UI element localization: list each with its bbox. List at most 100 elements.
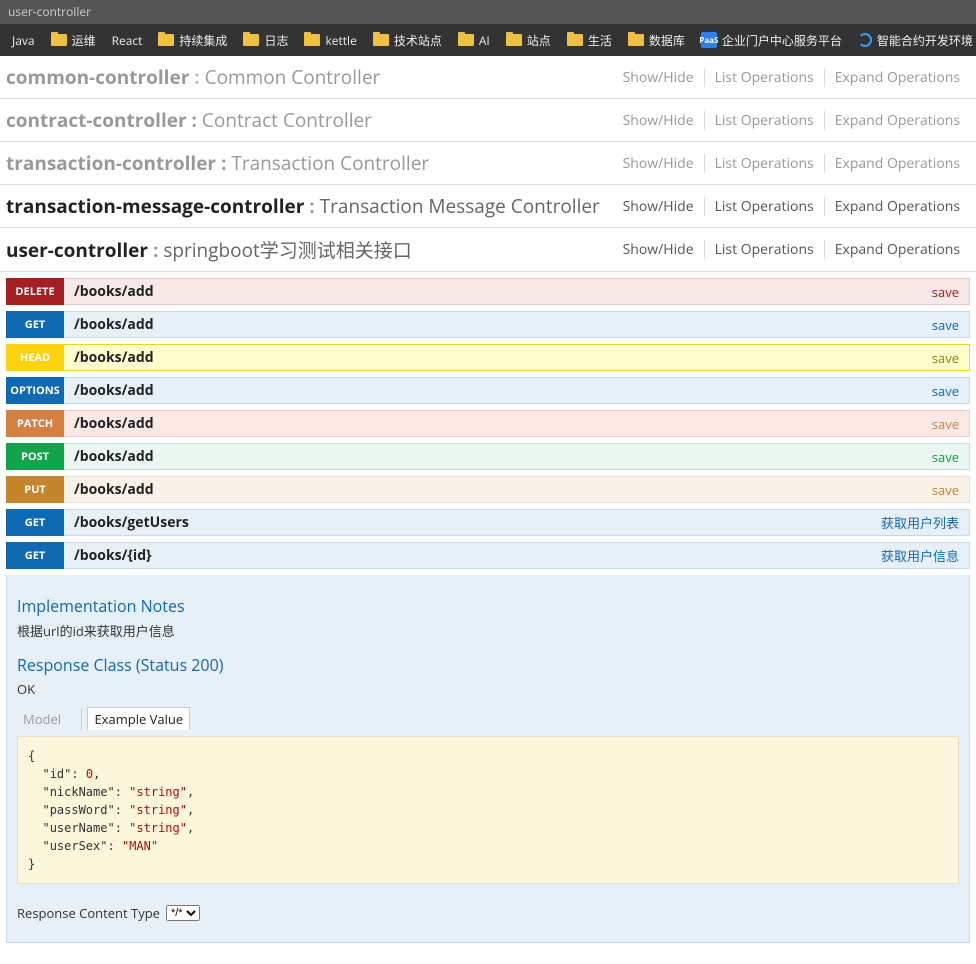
endpoint-desc[interactable]: save — [932, 382, 959, 400]
folder-icon — [628, 34, 644, 46]
bookmark-item[interactable]: 日志 — [235, 32, 296, 49]
list-link[interactable]: List Operations — [705, 111, 825, 130]
bookmark-item[interactable]: Java — [4, 32, 43, 49]
http-method-badge: GET — [6, 311, 64, 338]
bookmark-item[interactable]: 技术站点 — [365, 32, 450, 49]
endpoint-pathdesc: /books/add save — [64, 410, 970, 437]
folder-icon — [506, 34, 522, 46]
endpoint-row[interactable]: GET/books/add save — [6, 311, 970, 338]
http-method-badge: PATCH — [6, 410, 64, 437]
endpoint-desc[interactable]: 获取用户信息 — [881, 546, 959, 565]
list-link[interactable]: List Operations — [705, 154, 825, 173]
controller-name: common-controller — [6, 64, 189, 90]
endpoint-path[interactable]: /books/add — [74, 414, 154, 433]
endpoint-path[interactable]: /books/add — [74, 480, 154, 499]
controller-row[interactable]: user-controller : springboot学习测试相关接口 Show… — [0, 228, 976, 272]
controller-name: contract-controller — [6, 107, 187, 133]
endpoint-path[interactable]: /books/add — [74, 315, 154, 334]
controller-ops: Show/HideList OperationsExpand Operation… — [613, 111, 970, 130]
controller-title: transaction-message-controller : Transac… — [6, 193, 600, 219]
bookmark-label: 数据库 — [649, 32, 685, 49]
http-method-badge: DELETE — [6, 278, 64, 305]
list-link[interactable]: List Operations — [705, 240, 825, 259]
bookmark-label: Java — [12, 32, 35, 49]
bookmark-item[interactable]: 持续集成 — [150, 32, 235, 49]
controller-name: user-controller — [6, 237, 148, 263]
response-ok-text: OK — [17, 680, 959, 698]
expand-link[interactable]: Expand Operations — [825, 68, 970, 87]
bookmark-item[interactable]: kettle — [296, 32, 364, 49]
endpoint-pathdesc: /books/add save — [64, 278, 970, 305]
response-content-type-select[interactable]: */* — [166, 905, 200, 921]
showhide-link[interactable]: Show/Hide — [613, 197, 705, 216]
tab-example-value[interactable]: Example Value — [87, 707, 190, 730]
expand-link[interactable]: Expand Operations — [825, 154, 970, 173]
bookmark-item[interactable]: React — [104, 32, 151, 49]
bookmark-item[interactable]: 站点 — [498, 32, 559, 49]
tab-model[interactable]: Model — [17, 708, 67, 730]
showhide-link[interactable]: Show/Hide — [613, 111, 705, 130]
bookmark-item[interactable]: AI — [450, 32, 498, 49]
endpoint-row[interactable]: POST/books/addsave — [6, 443, 970, 470]
endpoint-row[interactable]: DELETE/books/add save — [6, 278, 970, 305]
bookmark-label: React — [112, 32, 143, 49]
controller-ops: Show/HideList OperationsExpand Operation… — [613, 240, 970, 259]
endpoint-path[interactable]: /books/add — [74, 381, 154, 400]
bookmark-item[interactable]: 智能合约开发环境 — [850, 32, 976, 49]
bookmark-bar: Java 运维 React 持续集成 日志 kettle技术站点AI站点 生活 数据库 PaaS… — [0, 24, 976, 56]
endpoint-pathdesc: /books/add save — [64, 344, 970, 371]
bookmark-label: 运维 — [72, 32, 96, 49]
endpoint-row[interactable]: PUT/books/addsave — [6, 476, 970, 503]
controller-title: user-controller : springboot学习测试相关接口 — [6, 236, 412, 263]
bookmark-item[interactable]: 数据库 — [620, 32, 693, 49]
endpoint-desc[interactable]: save — [932, 283, 959, 301]
paas-icon: PaaS — [701, 32, 717, 48]
endpoint-path[interactable]: /books/add — [74, 447, 154, 466]
controller-row[interactable]: transaction-controller : Transaction Con… — [0, 142, 976, 185]
endpoint-desc[interactable]: save — [932, 349, 959, 367]
controller-row[interactable]: common-controller : Common ControllerSho… — [0, 56, 976, 99]
bookmark-label: 生活 — [588, 32, 612, 49]
showhide-link[interactable]: Show/Hide — [613, 154, 705, 173]
expand-link[interactable]: Expand Operations — [825, 240, 970, 259]
endpoint-desc[interactable]: save — [932, 481, 959, 499]
endpoint-desc[interactable]: save — [932, 448, 959, 466]
response-tabs: Model Example Value — [17, 710, 959, 728]
controller-ops: Show/HideList OperationsExpand Operation… — [613, 197, 970, 216]
endpoint-path[interactable]: /books/add — [74, 282, 154, 301]
bookmark-label: 持续集成 — [179, 32, 227, 49]
list-link[interactable]: List Operations — [705, 197, 825, 216]
expand-link[interactable]: Expand Operations — [825, 111, 970, 130]
showhide-link[interactable]: Show/Hide — [613, 68, 705, 87]
expand-link[interactable]: Expand Operations — [825, 197, 970, 216]
endpoint-pathdesc: /books/add save — [64, 377, 970, 404]
controller-ops: Show/HideList OperationsExpand Operation… — [613, 68, 970, 87]
endpoint-row[interactable]: GET/books/getUsers获取用户列表 — [6, 509, 970, 536]
endpoint-row[interactable]: HEAD/books/addsave — [6, 344, 970, 371]
response-content-type-label: Response Content Type — [17, 904, 160, 922]
controller-desc: Contract Controller — [202, 107, 372, 133]
folder-icon — [458, 34, 474, 46]
endpoint-path[interactable]: /books/{id} — [74, 546, 152, 565]
controller-row[interactable]: transaction-message-controller : Transac… — [0, 185, 976, 228]
bookmark-item[interactable]: PaaS企业门户中心服务平台 — [693, 32, 850, 49]
controller-row[interactable]: contract-controller : Contract Controlle… — [0, 99, 976, 142]
controller-name: transaction-controller — [6, 150, 216, 176]
bookmark-item[interactable]: 生活 — [559, 32, 620, 49]
endpoint-path[interactable]: /books/add — [74, 348, 154, 367]
endpoint-pathdesc: /books/add save — [64, 443, 970, 470]
endpoint-path[interactable]: /books/getUsers — [74, 513, 189, 532]
showhide-link[interactable]: Show/Hide — [613, 240, 705, 259]
endpoint-row[interactable]: PATCH/books/add save — [6, 410, 970, 437]
list-link[interactable]: List Operations — [705, 68, 825, 87]
bookmark-item[interactable]: 运维 — [43, 32, 104, 49]
endpoint-pathdesc: /books/getUsers 获取用户列表 — [64, 509, 970, 536]
bookmark-label: 日志 — [264, 32, 288, 49]
endpoint-row[interactable]: OPTIONS/books/addsave — [6, 377, 970, 404]
endpoint-desc[interactable]: save — [932, 316, 959, 334]
example-json[interactable]: { "id": 0, "nickName": "string", "passWo… — [17, 736, 959, 884]
response-class-heading: Response Class (Status 200) — [17, 654, 959, 676]
endpoint-desc[interactable]: save — [932, 415, 959, 433]
endpoint-desc[interactable]: 获取用户列表 — [881, 513, 959, 532]
endpoint-row[interactable]: GET/books/{id}获取用户信息 — [6, 542, 970, 569]
